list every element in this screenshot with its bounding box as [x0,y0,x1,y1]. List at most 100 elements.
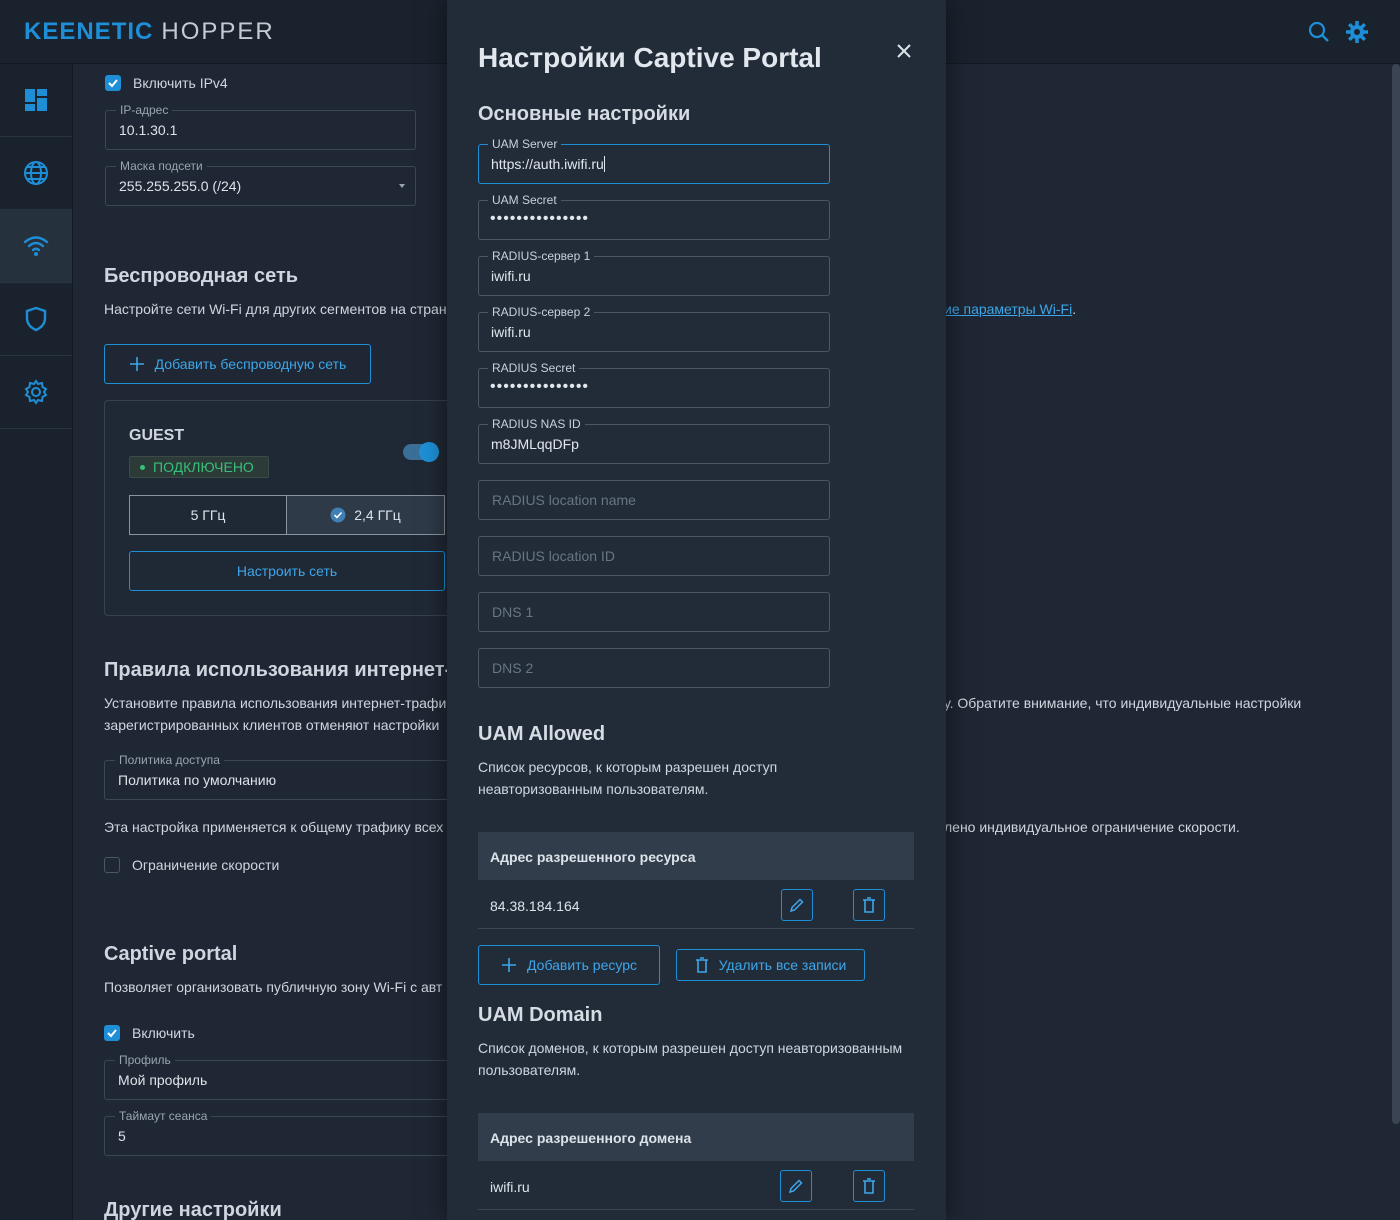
dns2-placeholder: DNS 2 [492,660,534,676]
gear-icon[interactable] [1345,20,1369,44]
trash-icon [695,957,708,973]
plus-icon [502,958,517,972]
radius-server-2-input[interactable]: RADIUS-сервер 2 iwifi.ru [478,305,830,352]
brand-keenetic: KEENETIC [24,18,154,45]
rules-note: Эта настройка применяется к общему трафи… [104,819,444,835]
ip-address-label: IP-адрес [116,103,173,117]
page-scrollbar[interactable] [1392,64,1400,1124]
band-24ghz-button[interactable]: 2,4 ГГц [286,495,445,535]
shield-icon [25,306,47,332]
radius-server-1-label: RADIUS-сервер 1 [488,249,595,263]
radius-location-id-placeholder: RADIUS location ID [492,548,615,564]
close-icon[interactable] [893,40,915,62]
search-icon[interactable] [1307,20,1331,44]
allowed-domain-address: iwifi.ru [490,1179,530,1195]
brand-logo[interactable]: KEENETIC HOPPER [24,18,275,46]
radius-secret-value: ••••••••••••••• [490,378,590,395]
ipv4-checkbox-label: Включить IPv4 [133,75,228,91]
radius-nas-id-value: m8JMLqqDFp [491,436,579,452]
band-24ghz-label: 2,4 ГГц [354,507,401,523]
captive-portal-settings-dialog: Настройки Captive Portal Основные настро… [447,0,946,1220]
toggle-knob [419,442,439,462]
radius-location-name-placeholder: RADIUS location name [492,492,636,508]
uam-server-value: https://auth.iwifi.ru [491,156,604,172]
sidebar-item-wifi[interactable] [0,210,72,283]
check-circle-icon [330,507,346,523]
speed-limit-label: Ограничение скорости [132,857,280,873]
rules-section-title: Правила использования интернет-т [104,659,462,681]
status-dot [140,464,145,470]
pencil-icon [788,1179,803,1194]
uam-domain-description: Список доменов, к которым разрешен досту… [478,1040,903,1078]
sidebar-item-dashboard[interactable] [0,64,72,137]
uam-domain-title: UAM Domain [478,1004,603,1026]
subnet-mask-select[interactable]: Маска подсети 255.255.255.0 (/24) [105,159,416,206]
text-caret [603,156,605,172]
captive-enable-checkbox[interactable] [104,1025,120,1041]
dns1-input[interactable]: DNS 1 [478,592,830,632]
trash-icon [863,897,875,913]
add-resource-button[interactable]: Добавить ресурс [478,945,660,985]
wireless-description: Настройте сети Wi-Fi для других сегменто… [104,301,447,317]
access-policy-value: Политика по умолчанию [118,772,277,788]
session-timeout-field[interactable]: Таймаут сеанса 5 [104,1109,456,1156]
radius-server-1-value: iwifi.ru [491,268,531,284]
configure-network-button[interactable]: Настроить сеть [129,551,445,591]
session-timeout-label: Таймаут сеанса [115,1109,212,1123]
radius-server-2-value: iwifi.ru [491,324,531,340]
settings-icon [24,379,48,405]
add-wireless-network-button[interactable]: Добавить беспроводную сеть [104,344,371,384]
delete-all-records-button[interactable]: Удалить все записи [676,949,865,981]
radius-server-1-input[interactable]: RADIUS-сервер 1 iwifi.ru [478,249,830,296]
wireless-description-end: ие параметры Wi-Fi. [944,301,1076,317]
sidebar-item-settings[interactable] [0,356,72,429]
radius-location-id-input[interactable]: RADIUS location ID [478,536,830,576]
network-name: GUEST [129,427,185,444]
plus-icon [129,357,144,371]
table-row: 84.38.184.164 [478,881,914,929]
uam-secret-input[interactable]: UAM Secret ••••••••••••••• [478,193,830,240]
network-toggle[interactable] [403,442,439,462]
delete-resource-button[interactable] [853,889,885,921]
delete-domain-button[interactable] [853,1170,885,1202]
allowed-resource-address: 84.38.184.164 [490,898,580,914]
radius-server-2-label: RADIUS-сервер 2 [488,305,595,319]
radius-secret-label: RADIUS Secret [488,361,580,375]
uam-domain-column-header: Адрес разрешенного домена [478,1113,914,1161]
brand-hopper: HOPPER [161,18,275,45]
ip-address-field[interactable]: IP-адрес 10.1.30.1 [105,103,416,150]
sidebar-item-internet[interactable] [0,137,72,210]
uam-secret-value: ••••••••••••••• [490,210,590,227]
session-timeout-value: 5 [118,1128,126,1144]
sidebar-item-security[interactable] [0,283,72,356]
trash-icon [863,1178,875,1194]
wifi-params-link[interactable]: ие параметры Wi-Fi [944,301,1072,317]
uam-allowed-description: Список ресурсов, к которым разрешен дост… [478,759,778,797]
uam-server-value-wrap: https://auth.iwifi.ru [491,156,605,172]
radius-nas-id-input[interactable]: RADIUS NAS ID m8JMLqqDFp [478,417,830,464]
captive-enable-label: Включить [132,1025,195,1041]
rules-description-line2: зарегистрированных клиентов отменяют нас… [104,717,440,733]
uam-secret-label: UAM Secret [488,193,561,207]
dns2-input[interactable]: DNS 2 [478,648,830,688]
band-5ghz-button[interactable]: 5 ГГц [129,495,287,535]
rules-note-end: лено индивидуальное ограничение скорости… [944,819,1240,835]
band-5ghz-label: 5 ГГц [190,507,226,523]
ipv4-checkbox[interactable] [105,75,121,91]
ip-address-value: 10.1.30.1 [119,122,178,138]
access-policy-select[interactable]: Политика доступа Политика по умолчанию [104,753,456,800]
captive-section-title: Captive portal [104,943,238,965]
profile-value: Мой профиль [118,1072,208,1088]
radius-location-name-input[interactable]: RADIUS location name [478,480,830,520]
edit-resource-button[interactable] [781,889,813,921]
rules-description-line1: Установите правила использования интерне… [104,695,447,711]
access-policy-label: Политика доступа [115,753,224,767]
uam-server-input[interactable]: UAM Server https://auth.iwifi.ru [478,137,830,184]
profile-select[interactable]: Профиль Мой профиль [104,1053,456,1100]
speed-limit-checkbox[interactable] [104,857,120,873]
add-wireless-network-label: Добавить беспроводную сеть [154,356,347,372]
edit-domain-button[interactable] [780,1170,812,1202]
radius-secret-input[interactable]: RADIUS Secret ••••••••••••••• [478,361,830,408]
globe-icon [24,161,48,185]
wireless-description-period: . [1072,301,1077,317]
